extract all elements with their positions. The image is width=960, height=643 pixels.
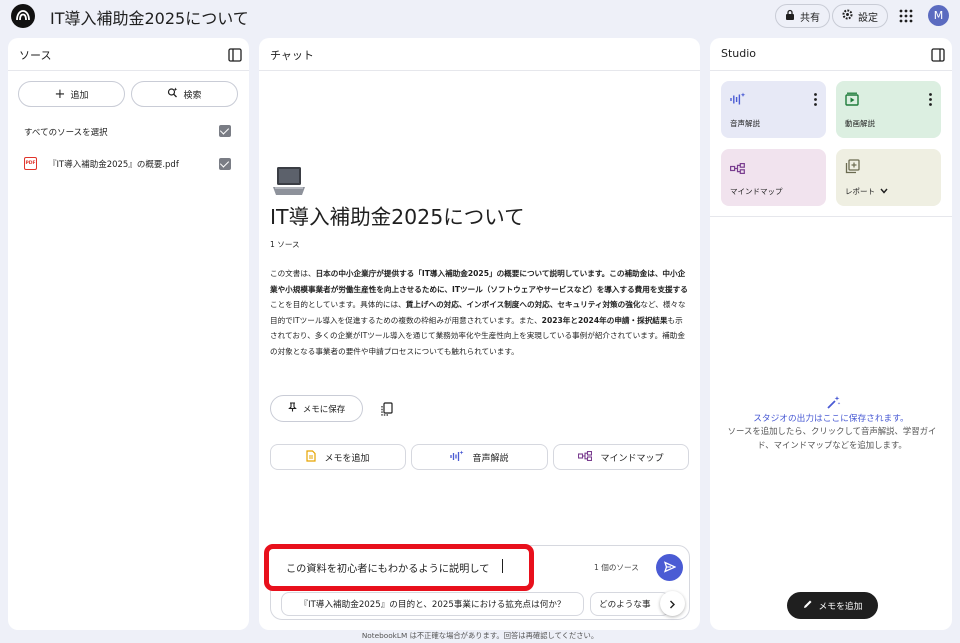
summary-segment: 賃上げへの対応、インボイス制度への対応、セキュリティ対策の強化 [405,300,641,310]
chat-input[interactable]: この資料を初心者にもわかるように説明して [264,544,534,591]
gear-icon [842,9,853,23]
copy-icon[interactable] [380,401,393,416]
audio-wave-icon [730,91,746,105]
summary-segment: 2023年と2024年の申請・採択結果 [541,315,668,325]
pdf-icon: PDF [24,157,37,170]
laptop-emoji-icon [271,164,307,198]
add-note-button-label: メモを追加 [818,602,863,612]
add-source-button[interactable]: + 追加 [18,81,125,107]
source-item[interactable]: PDF 『IT導入補助金2025』の概要.pdf [24,152,239,174]
save-to-note-button[interactable]: メモに保存 [270,395,363,422]
mindmap-icon [730,159,745,175]
more-menu-icon[interactable] [929,91,932,106]
suggestion-chip[interactable]: 『IT導入補助金2025』の目的と、2025事業における拡充点は何か？ [281,592,584,616]
footer-disclaimer: NotebookLM は不正確な場合があります。回答は再確認してください。 [361,631,599,640]
select-all-checkbox[interactable] [219,125,231,137]
video-icon [845,91,859,106]
chat-notebook-title: IT導入補助金2025について [270,205,525,229]
pin-icon [287,402,297,415]
more-menu-icon[interactable] [814,91,817,106]
send-button[interactable] [656,554,683,581]
notebook-title[interactable]: IT導入補助金2025について [50,5,249,29]
audio-overview-chip-label: 音声解説 [472,453,509,464]
studio-panel-title: Studio [721,47,757,60]
suggestion-chip-text: 『IT導入補助金2025』の目的と、2025事業における拡充点は何か？ [299,600,566,610]
chevron-right-icon [669,594,676,613]
collapse-panel-icon[interactable] [931,47,945,62]
mindmap-icon [578,450,593,464]
chat-input-source-count: 1 個のソース [594,563,639,572]
search-sparkle-icon [167,87,178,101]
apps-grid-icon[interactable] [898,8,914,24]
chat-input-text: この資料を初心者にもわかるように説明して [286,564,490,575]
studio-empty-description: ソースを追加したら、クリックして音声解説、学習ガイド、マインドマップなどを追加し… [727,426,937,450]
suggestions-next-button[interactable] [660,591,685,616]
video-overview-card-label: 動画解説 [845,119,875,128]
search-source-label: 検索 [183,90,202,101]
source-item-name: 『IT導入補助金2025』の概要.pdf [48,160,179,170]
mindmap-chip-label: マインドマップ [600,453,664,464]
collapse-panel-icon[interactable] [228,47,242,62]
settings-label: 設定 [858,12,878,24]
suggestion-chip[interactable]: どのような事 [590,592,670,616]
video-overview-card[interactable]: 動画解説 [836,81,941,138]
sources-panel-title: ソース [19,49,52,62]
magic-wand-icon [825,395,841,411]
select-all-label: すべてのソースを選択 [24,128,108,138]
source-item-checkbox[interactable] [219,158,231,170]
chat-source-count: 1 ソース [270,240,300,249]
add-note-button[interactable]: メモを追加 [787,592,878,619]
report-card[interactable]: レポート [836,149,941,206]
summary-segment: ことを目的としています。具体的には、 [270,300,406,310]
plus-icon: + [54,86,66,102]
save-to-note-label: メモに保存 [302,404,346,415]
note-icon [306,449,317,465]
chat-panel-title: チャット [270,49,314,62]
pencil-icon [803,599,813,612]
add-note-chip-label: メモを追加 [324,453,370,464]
chat-panel-header: チャット [259,38,700,71]
settings-button[interactable]: 設定 [832,4,888,28]
report-card-label: レポート [845,186,888,197]
text-cursor [502,559,503,573]
suggestion-chip-text: どのような事 [599,600,651,610]
lock-icon [785,9,795,23]
share-button[interactable]: 共有 [775,4,830,28]
notebook-summary: この文書は、日本の中小企業庁が提供する「IT導入補助金2025」の概要について説… [270,266,690,360]
mindmap-chip[interactable]: マインドマップ [553,444,689,470]
report-icon [845,159,860,174]
mindmap-card[interactable]: マインドマップ [721,149,826,206]
studio-panel-header: Studio [710,38,952,71]
sources-panel-header: ソース [8,38,249,71]
mindmap-card-label: マインドマップ [730,187,783,196]
top-bar: IT導入補助金2025について 共有 設定 M [0,0,960,32]
avatar[interactable]: M [928,5,949,26]
add-note-chip[interactable]: メモを追加 [270,444,406,470]
report-label-text: レポート [845,187,875,196]
notebooklm-logo-icon[interactable] [11,4,35,28]
audio-overview-card[interactable]: 音声解説 [721,81,826,138]
studio-empty-title: スタジオの出力はここに保存されます。 [753,414,909,424]
studio-divider [710,216,952,217]
summary-segment: この文書は、 [270,269,316,278]
chevron-down-icon[interactable] [880,187,888,196]
search-source-button[interactable]: 検索 [131,81,238,107]
summary-segment: 日本の中小企業庁が提供する「IT導入補助金2025」の概要について説明しています… [270,269,688,294]
audio-overview-chip[interactable]: 音声解説 [411,444,548,470]
share-label: 共有 [800,12,820,24]
audio-wave-icon [450,450,464,465]
add-source-label: 追加 [70,90,89,101]
send-arrow-icon [663,558,677,577]
audio-overview-card-label: 音声解説 [730,119,760,128]
